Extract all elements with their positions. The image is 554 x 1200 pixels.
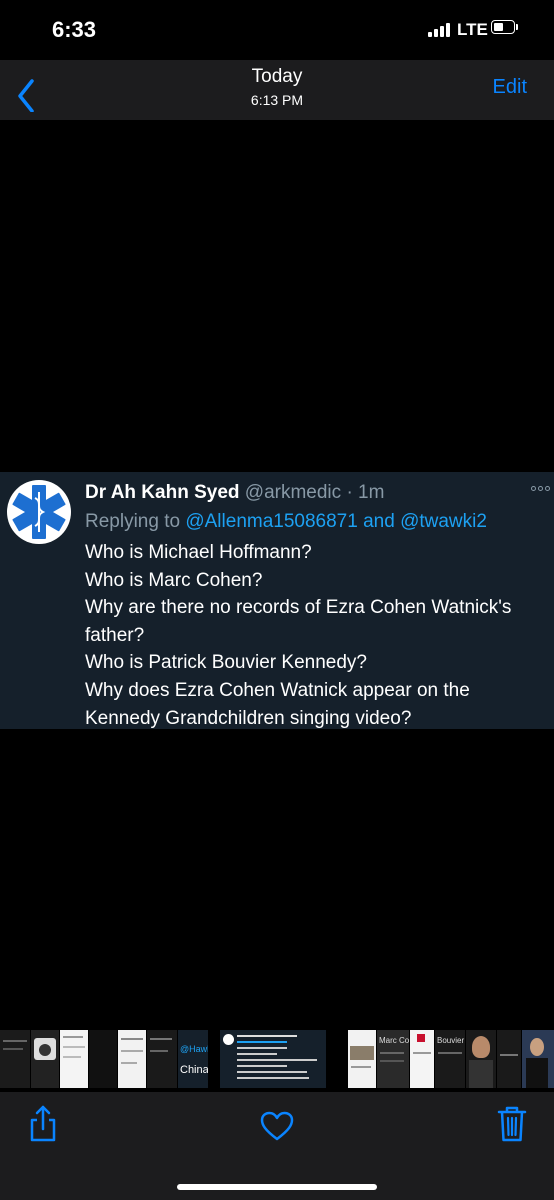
handle[interactable]: @arkmedic — [245, 482, 341, 503]
thumbnail[interactable] — [118, 1030, 146, 1088]
thumbnail-text: Bouvier K — [437, 1036, 465, 1045]
display-name[interactable]: Dr Ah Kahn Syed — [85, 482, 240, 503]
thumbnail[interactable] — [0, 1030, 30, 1088]
replying-prefix: Replying to — [85, 511, 181, 532]
more-icon[interactable] — [531, 482, 553, 496]
thumbnail[interactable] — [497, 1030, 521, 1088]
nav-bar: Today 6:13 PM Edit — [0, 60, 554, 120]
mention-conjunction: and — [363, 511, 395, 532]
cellular-signal-icon — [428, 23, 450, 37]
share-button[interactable] — [26, 1104, 60, 1144]
thumbnail[interactable] — [60, 1030, 88, 1088]
trash-icon — [497, 1106, 527, 1142]
thumbnail[interactable]: Marc Cohen — [377, 1030, 409, 1088]
network-type: LTE — [457, 20, 488, 39]
share-icon — [30, 1105, 56, 1142]
tweet-line: father? — [85, 624, 145, 646]
edit-button[interactable]: Edit — [493, 76, 527, 99]
nav-title: Today — [251, 66, 303, 87]
mention-link[interactable]: @Allenma15086871 — [185, 511, 357, 532]
heart-icon — [260, 1111, 294, 1141]
separator-dot: · — [346, 482, 353, 503]
tweet-line: Why are there no records of Ezra Cohen W… — [85, 597, 512, 619]
tweet-line: Who is Patrick Bouvier Kennedy? — [85, 652, 367, 674]
replying-to: Replying to @Allenma15086871 and @twawki… — [85, 511, 487, 533]
thumbnail[interactable]: @Hawley China — [178, 1030, 208, 1088]
thumbnail[interactable] — [31, 1030, 59, 1088]
tweet-age: 1m — [358, 482, 385, 503]
mention-link[interactable]: @twawki2 — [400, 511, 487, 532]
thumbnail-text: @Hawley — [180, 1044, 208, 1054]
tweet-line: Why does Ezra Cohen Watnick appear on th… — [85, 679, 470, 701]
tweet-card[interactable]: Dr Ah Kahn Syed @arkmedic · 1m Replying … — [0, 472, 554, 729]
avatar[interactable] — [7, 480, 71, 544]
thumbnail[interactable] — [466, 1030, 496, 1088]
battery-icon — [491, 20, 519, 36]
thumbnail[interactable] — [410, 1030, 434, 1088]
tweet-line: Who is Marc Cohen? — [85, 569, 263, 591]
tweet-line: Who is Michael Hoffmann? — [85, 542, 312, 563]
favorite-button[interactable] — [259, 1110, 295, 1142]
thumbnail[interactable]: Bouvier K — [435, 1030, 465, 1088]
nav-subtitle: 6:13 PM — [250, 92, 304, 108]
thumbnail-strip[interactable]: @Hawley China Marc Cohen Bouvier K — [0, 1030, 554, 1088]
thumbnail-text: China — [180, 1064, 208, 1076]
tweet-text: Who is Michael Hoffmann? Who is Marc Coh… — [85, 539, 550, 732]
thumbnail[interactable] — [147, 1030, 177, 1088]
status-bar: 6:33 LTE — [0, 0, 554, 60]
thumbnail-selected[interactable] — [220, 1030, 326, 1088]
thumbnail[interactable] — [348, 1030, 376, 1088]
star-of-life-icon — [12, 485, 66, 539]
thumbnail[interactable] — [89, 1030, 117, 1088]
thumbnail[interactable] — [522, 1030, 554, 1088]
tweet-header: Dr Ah Kahn Syed @arkmedic · 1m — [85, 482, 384, 504]
tweet-line: Kennedy Grandchildren singing video? — [85, 707, 412, 729]
home-indicator[interactable] — [177, 1184, 377, 1190]
thumbnail-text: Marc Cohen — [379, 1036, 409, 1045]
status-time: 6:33 — [52, 17, 97, 42]
delete-button[interactable] — [496, 1104, 528, 1144]
